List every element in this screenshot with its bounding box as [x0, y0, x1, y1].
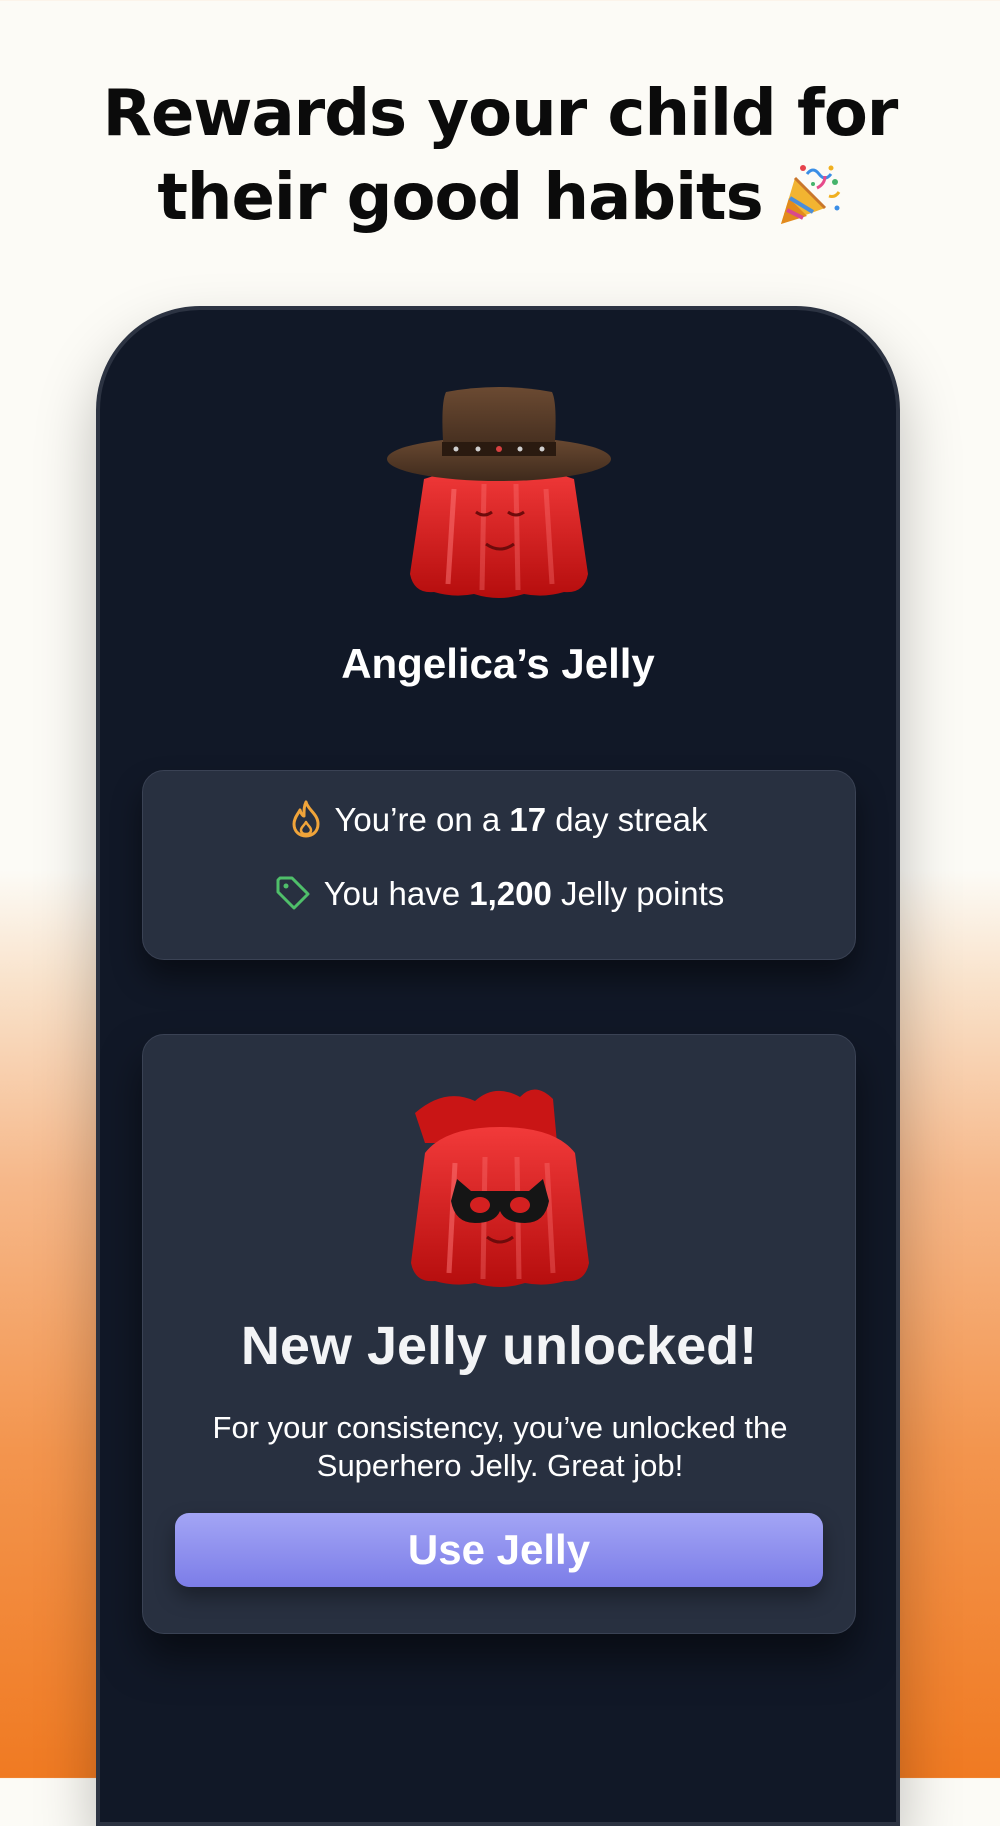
streak-value: 17: [509, 801, 547, 838]
use-jelly-button[interactable]: Use Jelly: [175, 1513, 823, 1587]
headline-line-2-text: their good habits: [157, 161, 763, 235]
points-suffix: Jelly points: [561, 875, 725, 912]
headline-line-2: their good habits: [0, 156, 1000, 240]
streak-suffix: day streak: [555, 801, 708, 838]
unlock-description: For your consistency, you’ve unlocked th…: [212, 1410, 788, 1483]
cowboy-jelly-avatar: [384, 384, 614, 614]
unlock-title: New Jelly unlocked!: [240, 1316, 758, 1376]
stats-card: You’re on a 17 day streak You have 1,200…: [142, 770, 856, 960]
streak-prefix: You’re on a: [334, 801, 501, 838]
headline-line-1: Rewards your child for: [102, 77, 899, 151]
points-prefix: You have: [323, 875, 461, 912]
points-row: You have 1,200 Jelly points: [143, 875, 855, 915]
headline: Rewards your child for their good habits: [0, 72, 1000, 240]
superhero-jelly-avatar: [385, 1083, 615, 1303]
streak-row: You’re on a 17 day streak: [143, 800, 855, 841]
tag-icon: [276, 876, 310, 910]
phone-frame: Angelica’s Jelly You’re on a 17 day stre…: [96, 306, 900, 1826]
unlock-card: New Jelly unlocked! For your consistency…: [142, 1034, 856, 1634]
jelly-name: Angelica’s Jelly: [341, 640, 655, 687]
party-popper-icon: [773, 160, 843, 230]
points-value: 1,200: [469, 875, 552, 912]
flame-icon: [292, 800, 320, 838]
